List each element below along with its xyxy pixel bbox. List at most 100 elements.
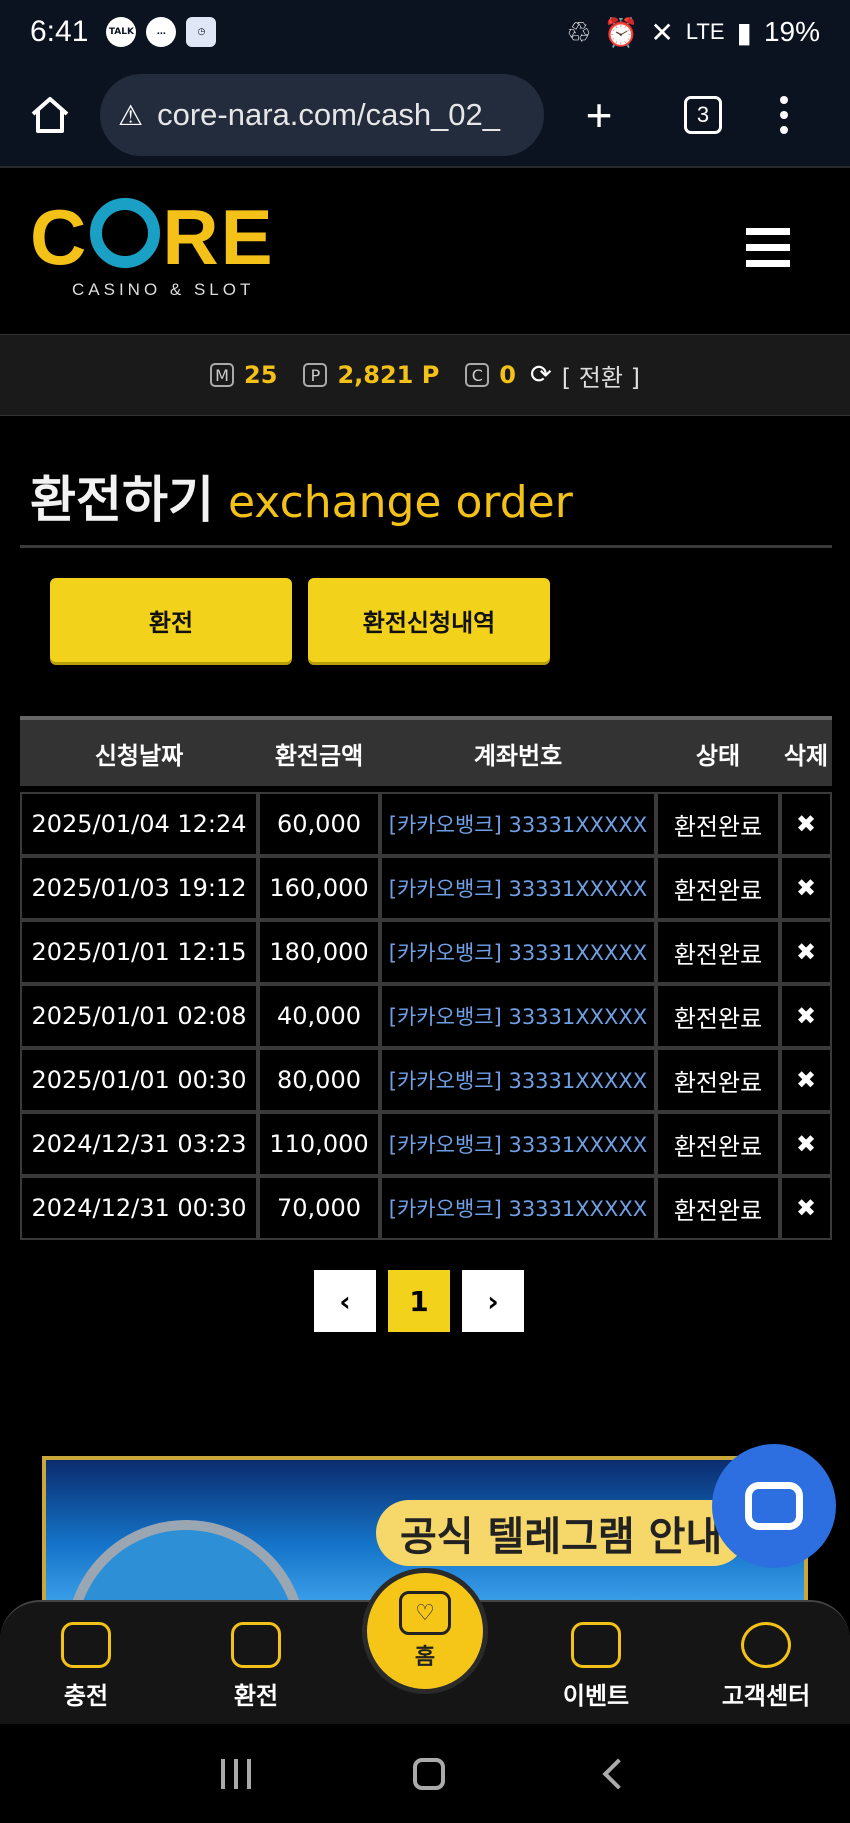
cell-account: [카카오뱅크] 33331XXXXX [380,1176,656,1240]
cell-account: [카카오뱅크] 33331XXXXX [380,856,656,920]
cell-amount: 110,000 [258,1112,380,1176]
money-icon: M [210,363,235,387]
tab-switcher-button[interactable]: 3 [684,96,722,134]
nav-support-label: 고객센터 [721,1682,811,1710]
browser-menu-button[interactable] [780,96,788,134]
table-row: 2024/12/31 03:23 110,000 [카카오뱅크] 33331XX… [20,1112,832,1176]
delete-icon[interactable]: ✖ [780,1176,832,1240]
delete-icon[interactable]: ✖ [780,1048,832,1112]
cell-date: 2025/01/04 12:24 [20,792,258,856]
table-row: 2025/01/04 12:24 60,000 [카카오뱅크] 33331XXX… [20,792,832,856]
new-tab-button[interactable]: + [544,88,654,142]
cell-status: 환전완료 [656,792,780,856]
status-bar: 6:41 TALK … ◷ ♲ ⏰ ✕ LTE ▮ 19% [0,0,850,64]
points-bar: M 25 P 2,821 P C 0 ⟳ [ 전환 ] [0,334,850,416]
table-row: 2025/01/03 19:12 160,000 [카카오뱅크] 33331XX… [20,856,832,920]
table-row: 2025/01/01 00:30 80,000 [카카오뱅크] 33331XXX… [20,1048,832,1112]
cell-account: [카카오뱅크] 33331XXXXX [380,1048,656,1112]
alarm-icon: ⏰ [603,16,639,48]
menu-icon[interactable] [746,228,790,267]
notification-icons: TALK … ◷ [106,17,217,47]
table-header: 신청날짜 환전금액 계좌번호 상태 삭제 [20,716,832,786]
page-1-button[interactable]: 1 [388,1270,450,1332]
url-text: core-nara.com/cash_02_ [157,97,501,132]
warning-icon: ⚠ [118,98,144,132]
page-title-ko: 환전하기 [30,471,214,529]
prev-page-button[interactable]: ‹ [314,1270,376,1332]
header-status: 상태 [695,741,741,770]
delete-icon[interactable]: ✖ [780,984,832,1048]
nav-event[interactable]: 이벤트 [536,1622,656,1711]
table-body: 2025/01/04 12:24 60,000 [카카오뱅크] 33331XXX… [20,792,832,1240]
cell-account: [카카오뱅크] 33331XXXXX [380,920,656,984]
header-account: 계좌번호 [473,741,563,770]
coin-value: 0 [499,361,516,389]
banner-text: 공식 텔레그램 안내 [376,1500,747,1566]
delete-icon[interactable]: ✖ [780,1112,832,1176]
table-row: 2025/01/01 12:15 180,000 [카카오뱅크] 33331XX… [20,920,832,984]
logo-subtitle: CASINO & SLOT [72,280,255,299]
cell-status: 환전완료 [656,984,780,1048]
coin-icon: C [465,363,490,387]
next-page-button[interactable]: › [462,1270,524,1332]
system-home-button[interactable] [413,1757,445,1790]
cell-amount: 60,000 [258,792,380,856]
recents-button[interactable] [221,1758,251,1789]
table-row: 2024/12/31 00:30 70,000 [카카오뱅크] 33331XXX… [20,1176,832,1240]
delete-icon[interactable]: ✖ [780,856,832,920]
recycle-icon: ♲ [566,16,592,48]
pagination: ‹ 1 › [314,1270,524,1332]
clock: 6:41 [30,15,89,48]
battery-label: 19% [763,16,820,47]
cell-account: [카카오뱅크] 33331XXXXX [380,792,656,856]
back-button[interactable] [602,1757,634,1790]
system-icons: ♲ ⏰ ✕ LTE ▮ 19% [566,16,820,49]
cell-amount: 40,000 [258,984,380,1048]
live-chat-button[interactable] [712,1444,836,1568]
cell-status: 환전완료 [656,1176,780,1240]
point-icon: P [303,363,328,387]
signal-icon: ▮ [736,16,752,48]
header-amount: 환전금액 [274,741,364,770]
nav-exchange[interactable]: 환전 [196,1622,316,1711]
exchange-icon [231,1622,281,1668]
money-value: 25 [244,361,278,389]
refresh-icon[interactable]: ⟳ [530,360,552,390]
nav-support[interactable]: 고객센터 [706,1622,826,1711]
site-header: C RE CASINO & SLOT [0,170,850,332]
browser-home-button[interactable] [0,63,100,167]
network-label: LTE [685,19,725,44]
cell-account: [카카오뱅크] 33331XXXXX [380,1112,656,1176]
nav-home[interactable]: ♡ 홈 [362,1568,488,1694]
cell-amount: 160,000 [258,856,380,920]
system-nav-bar [0,1724,850,1823]
cell-date: 2025/01/03 19:12 [20,856,258,920]
nav-exchange-label: 환전 [233,1682,279,1710]
support-icon [741,1622,791,1668]
point-value: 2,821 P [337,361,440,389]
chat-icon [745,1482,803,1530]
delete-icon[interactable]: ✖ [780,792,832,856]
logo-mark: C RE [30,193,275,281]
calendar-icon: ◷ [186,17,217,47]
url-bar[interactable]: ⚠ core-nara.com/cash_02_ [100,74,544,156]
talk-icon: TALK [106,17,137,47]
header-delete: 삭제 [783,741,829,770]
delete-icon[interactable]: ✖ [780,920,832,984]
page-title: 환전하기 exchange order [20,460,832,548]
cell-account: [카카오뱅크] 33331XXXXX [380,984,656,1048]
cell-date: 2025/01/01 00:30 [20,1048,258,1112]
cell-status: 환전완료 [656,920,780,984]
message-icon: … [146,17,177,47]
mute-icon: ✕ [650,16,674,48]
exchange-history-button[interactable]: 환전신청내역 [308,578,550,662]
nav-home-label: 홈 [414,1645,436,1670]
convert-button[interactable]: [ 전환 ] [562,358,640,393]
header-date: 신청날짜 [94,741,184,770]
cell-date: 2024/12/31 03:23 [20,1112,258,1176]
cell-date: 2025/01/01 02:08 [20,984,258,1048]
exchange-button[interactable]: 환전 [50,578,292,662]
site-logo[interactable]: C RE CASINO & SLOT [30,198,275,300]
nav-charge[interactable]: 충전 [26,1622,146,1711]
gift-icon [571,1622,621,1668]
